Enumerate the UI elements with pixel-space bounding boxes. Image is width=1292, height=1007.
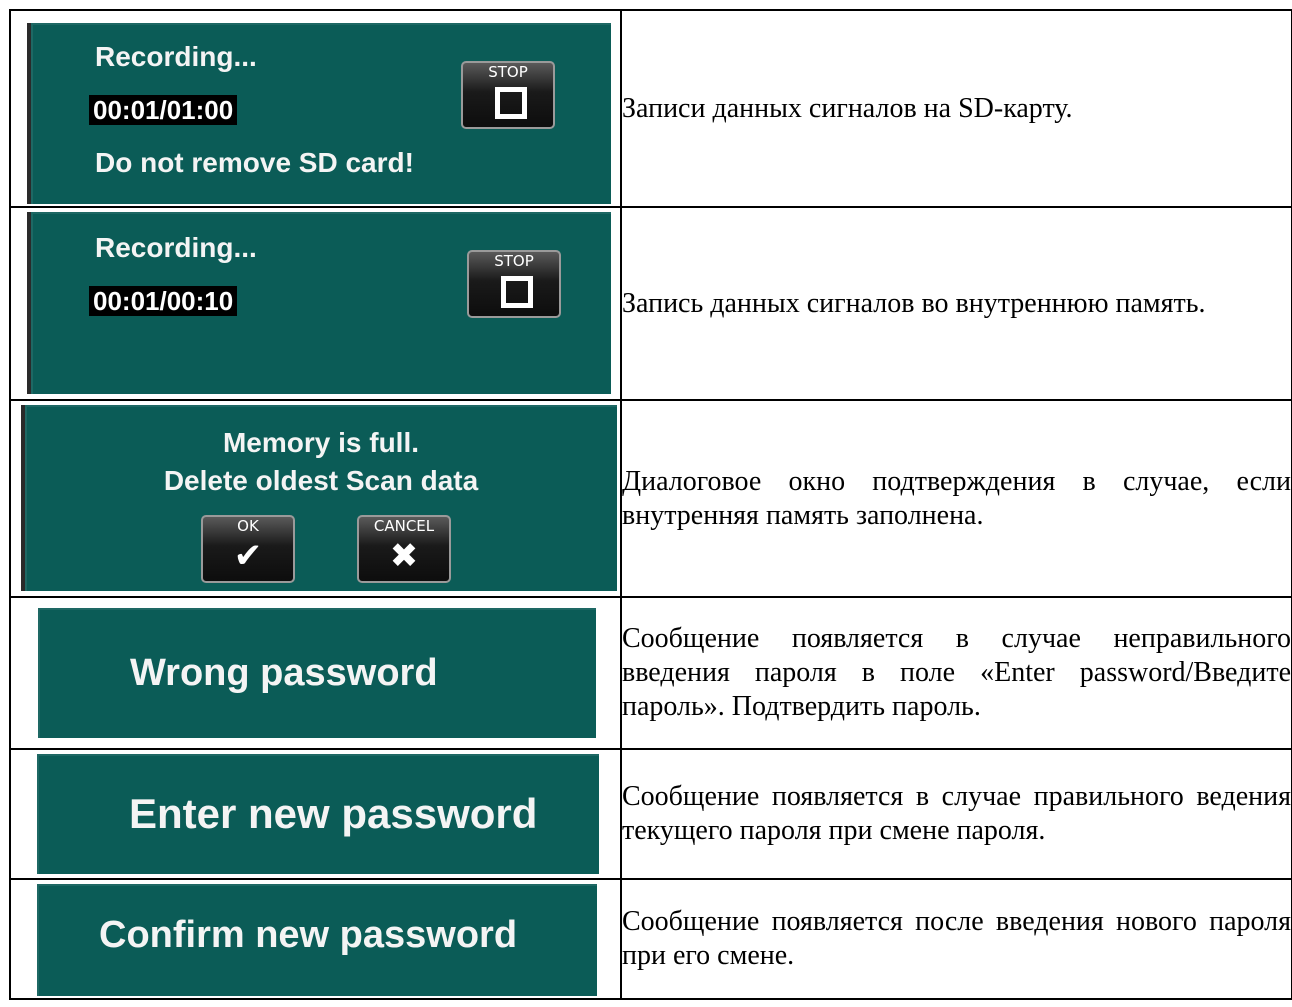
memory-full-text: Memory is full. [222,427,420,458]
table-row: Wrong password Сообщение появляется в сл… [9,596,1292,750]
stop-label: STOP [494,252,534,270]
recording-title: Recording... [95,232,257,263]
screen-cell: Enter new password [9,748,622,880]
wrong-password-screen: Wrong password [38,608,596,738]
table-row: Recording... 00:01/01:00 Do not remove S… [9,9,1292,208]
table-row: Enter new password Сообщение появляется … [9,748,1292,880]
screen-cell: Memory is full. Delete oldest Scan data … [9,399,622,598]
description: Записи данных сигналов на SD-карту. [620,9,1292,208]
screen-cell: Recording... 00:01/00:10 STOP [9,206,622,401]
screen-cell: Confirm new password [9,878,622,1000]
ok-label: OK [237,517,259,535]
screen-cell: Wrong password [9,596,622,750]
message-table: Recording... 00:01/01:00 Do not remove S… [9,9,1292,1000]
screen-cell: Recording... 00:01/01:00 Do not remove S… [9,9,622,208]
stop-square-icon [501,276,533,308]
check-icon: ✔ [233,536,263,576]
cancel-label: CANCEL [373,517,435,535]
recording-title: Recording... [95,41,257,72]
message-text: Enter new password [129,790,538,837]
message-text: Confirm new password [99,914,518,956]
confirm-new-password-screen: Confirm new password [37,884,597,996]
table-row: Confirm new password Сообщение появляетс… [9,878,1292,1000]
recording-sd-screen: Recording... 00:01/01:00 Do not remove S… [27,23,611,204]
stop-square-icon [495,87,527,119]
stop-label: STOP [488,63,528,81]
cancel-button[interactable]: CANCEL ✖ [357,515,451,583]
description: Диалоговое окно подтверждения в случае, … [620,399,1292,598]
memory-full-dialog: Memory is full. Delete oldest Scan data … [21,405,617,591]
description: Сообщение появляется в случае неправильн… [620,596,1292,750]
stop-button[interactable]: STOP [461,61,555,129]
delete-oldest-text: Delete oldest Scan data [163,465,479,496]
ok-button[interactable]: OK ✔ [201,515,295,583]
description: Сообщение появляется в случае правильног… [620,748,1292,880]
close-icon: ✖ [389,536,419,576]
message-text: Wrong password [130,652,438,694]
table-row: Memory is full. Delete oldest Scan data … [9,399,1292,598]
description: Сообщение появляется после введения ново… [620,878,1292,1000]
stop-button[interactable]: STOP [467,250,561,318]
table-row: Recording... 00:01/00:10 STOP Запись дан… [9,206,1292,401]
recording-internal-screen: Recording... 00:01/00:10 STOP [27,212,611,394]
description: Запись данных сигналов во внутреннюю пам… [620,206,1292,401]
enter-new-password-screen: Enter new password [37,754,599,874]
sd-warning-text: Do not remove SD card! [95,147,414,178]
recording-timer: 00:01/00:10 [89,286,238,316]
recording-timer: 00:01/01:00 [89,95,238,125]
